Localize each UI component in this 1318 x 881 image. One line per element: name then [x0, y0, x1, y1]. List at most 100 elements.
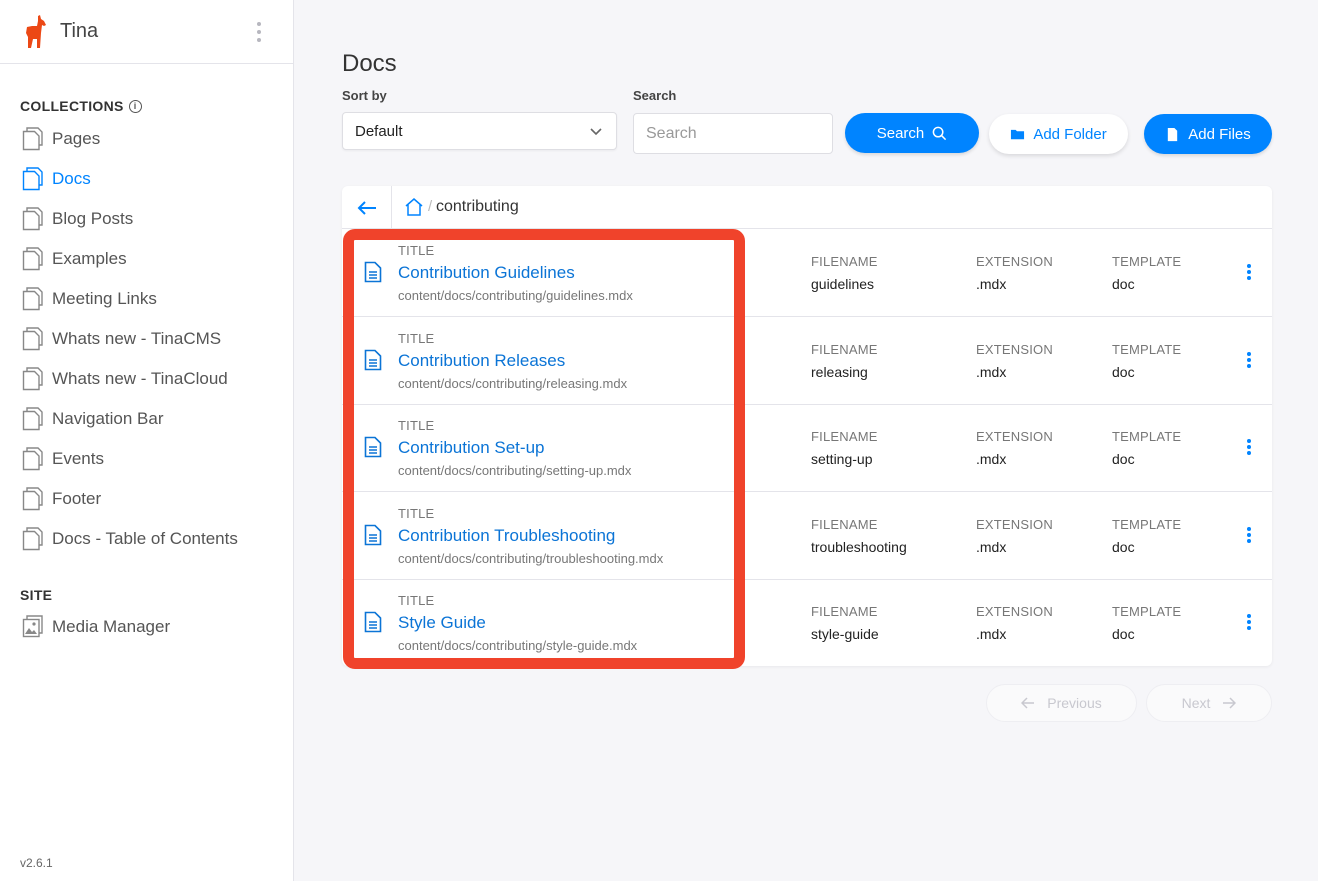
previous-button[interactable]: Previous	[986, 684, 1137, 722]
document-icon	[22, 287, 43, 311]
table-row[interactable]: TITLE Contribution Guidelines content/docs…	[342, 229, 1272, 317]
sidebar-item-label: Events	[52, 449, 104, 468]
collections-heading: COLLECTIONS i	[20, 98, 142, 114]
document-path: content/docs/contributing/style-guide.md…	[398, 638, 638, 654]
document-title-link[interactable]: Style Guide	[398, 613, 486, 633]
document-icon	[22, 127, 43, 151]
home-icon[interactable]	[404, 197, 424, 217]
sidebar-item-pages[interactable]: Pages	[22, 124, 100, 154]
sort-select[interactable]: Default	[342, 112, 617, 150]
llama-logo-icon	[26, 14, 46, 48]
document-path: content/docs/contributing/troubleshootin…	[398, 550, 664, 566]
sidebar-item-media-manager[interactable]: Media Manager	[22, 612, 170, 642]
sidebar-item-label: Meeting Links	[52, 289, 157, 308]
document-title-link[interactable]: Contribution Releases	[398, 351, 565, 371]
extension-value: .mdx	[976, 363, 1007, 380]
sidebar-item-label: Media Manager	[52, 617, 171, 636]
document-text-icon	[364, 612, 382, 633]
page-title: Docs	[342, 50, 397, 77]
sidebar-item-whats-new-tinacloud[interactable]: Whats new - TinaCloud	[22, 364, 228, 394]
search-input[interactable]	[633, 113, 833, 154]
search-label: Search	[633, 88, 677, 103]
document-title-link[interactable]: Contribution Guidelines	[398, 263, 575, 283]
document-icon	[22, 407, 43, 431]
document-title-link[interactable]: Contribution Set-up	[398, 438, 544, 458]
template-value: doc	[1112, 363, 1135, 380]
template-value: doc	[1112, 626, 1135, 643]
add-folder-button[interactable]: Add Folder	[989, 114, 1128, 154]
sidebar-item-label: Docs - Table of Contents	[52, 529, 238, 548]
sidebar-item-label: Blog Posts	[52, 209, 134, 228]
collections-title: COLLECTIONS	[20, 98, 124, 114]
document-path: content/docs/contributing/setting-up.mdx	[398, 463, 632, 479]
extension-label: EXTENSION	[976, 254, 1053, 269]
filename-value: releasing	[811, 363, 868, 380]
search-icon	[932, 126, 947, 140]
sidebar-item-whats-new-tinacms[interactable]: Whats new - TinaCMS	[22, 324, 221, 354]
breadcrumb-current[interactable]: contributing	[436, 198, 519, 216]
search-button[interactable]: Search	[845, 113, 979, 153]
file-icon	[1168, 127, 1178, 141]
row-menu-button[interactable]	[1242, 524, 1256, 546]
title-label: TITLE	[398, 593, 435, 609]
site-title: SITE	[20, 587, 53, 603]
document-text-icon	[364, 524, 382, 546]
sidebar-item-docs[interactable]: Docs	[22, 164, 91, 194]
next-button[interactable]: Next	[1146, 684, 1272, 722]
row-menu-button[interactable]	[1242, 436, 1256, 458]
info-icon[interactable]: i	[128, 99, 142, 113]
filename-value: guidelines	[811, 276, 875, 292]
sidebar-item-label: Docs	[52, 169, 91, 188]
folder-icon	[1011, 129, 1025, 139]
sidebar-item-navigation-bar[interactable]: Navigation Bar	[22, 404, 164, 434]
brand-name: Tina	[60, 20, 99, 42]
title-label: TITLE	[398, 243, 435, 258]
document-icon	[22, 167, 43, 191]
back-button[interactable]	[342, 186, 392, 229]
document-icon	[22, 367, 43, 391]
document-icon	[22, 487, 43, 511]
next-label: Next	[1181, 695, 1211, 711]
sidebar-menu-button[interactable]	[255, 22, 263, 42]
document-path: content/docs/contributing/guidelines.mdx	[398, 288, 633, 303]
table-row[interactable]: TITLE Contribution Set-up content/docs/con…	[342, 404, 1272, 493]
sidebar-item-label: Whats new - TinaCMS	[52, 329, 222, 348]
filename-label: FILENAME	[811, 341, 878, 357]
document-text-icon	[364, 349, 382, 370]
row-menu-button[interactable]	[1242, 261, 1256, 283]
sidebar-item-docs-table-of-contents[interactable]: Docs - Table of Contents	[22, 524, 238, 554]
previous-label: Previous	[1047, 695, 1102, 711]
chevron-down-icon	[590, 128, 602, 136]
table-row[interactable]: TITLE Contribution Troubleshooting content…	[342, 492, 1272, 580]
extension-label: EXTENSION	[976, 429, 1053, 445]
extension-value: .mdx	[976, 538, 1007, 555]
document-icon	[22, 527, 43, 551]
sidebar-item-label: Footer	[52, 489, 102, 508]
sort-value: Default	[355, 122, 403, 140]
sidebar-item-examples[interactable]: Examples	[22, 244, 127, 274]
row-menu-button[interactable]	[1242, 611, 1256, 633]
table-row[interactable]: TITLE Style Guide content/docs/contributin…	[342, 579, 1272, 667]
arrow-left-icon	[1021, 697, 1035, 709]
add-files-button[interactable]: Add Files	[1144, 114, 1272, 154]
sidebar-item-meeting-links[interactable]: Meeting Links	[22, 284, 157, 314]
documents-panel: / contributing TITLE Contribution Guideli…	[342, 186, 1272, 666]
template-label: TEMPLATE	[1112, 341, 1182, 357]
sidebar-item-footer[interactable]: Footer	[22, 484, 101, 514]
breadcrumb: / contributing	[342, 186, 1272, 229]
arrow-right-icon	[1223, 697, 1237, 709]
document-path: content/docs/contributing/releasing.mdx	[398, 375, 628, 391]
extension-value: .mdx	[976, 626, 1007, 643]
extension-label: EXTENSION	[976, 341, 1053, 357]
template-label: TEMPLATE	[1112, 516, 1182, 532]
title-label: TITLE	[398, 330, 435, 346]
title-label: TITLE	[398, 505, 435, 521]
row-menu-button[interactable]	[1242, 349, 1256, 371]
sidebar-item-label: Examples	[52, 249, 127, 268]
template-value: doc	[1112, 276, 1135, 292]
sidebar-item-events[interactable]: Events	[22, 444, 104, 474]
table-row[interactable]: TITLE Contribution Releases content/docs/c…	[342, 317, 1272, 405]
sort-label: Sort by	[342, 88, 387, 103]
document-title-link[interactable]: Contribution Troubleshooting	[398, 526, 615, 546]
sidebar-item-blog-posts[interactable]: Blog Posts	[22, 204, 133, 234]
